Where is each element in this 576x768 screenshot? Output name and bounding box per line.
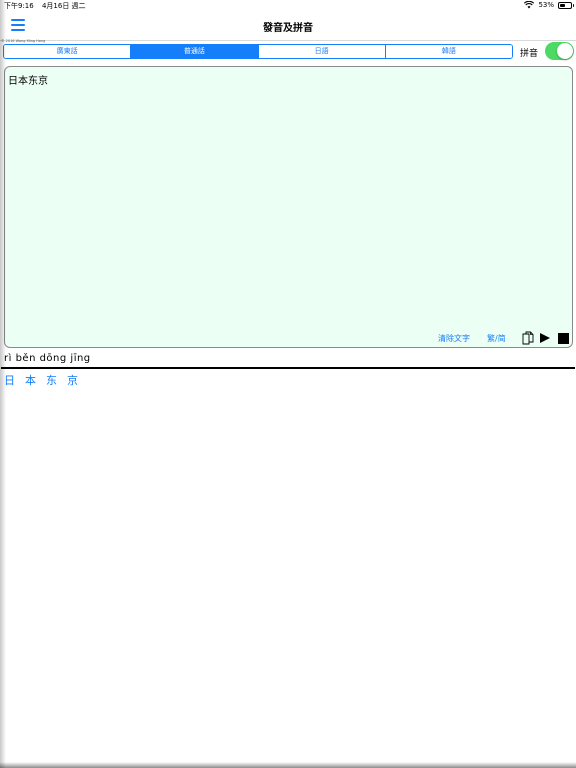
pinyin-output: rì běn dōng jīng: [4, 353, 91, 364]
character-link[interactable]: 本: [25, 372, 36, 388]
status-left: 下午9:16 4月16日 週二: [4, 1, 86, 11]
segment-korean[interactable]: 韓語: [384, 45, 512, 58]
character-link[interactable]: 日: [4, 372, 15, 388]
text-editor[interactable]: 日本东京 清除文字 繁/简: [4, 66, 573, 348]
status-time: 下午9:16: [4, 2, 34, 10]
divider: [1, 367, 575, 369]
editor-text[interactable]: 日本东京: [8, 72, 48, 87]
copy-icon[interactable]: [522, 331, 534, 345]
toggle-knob: [557, 43, 573, 59]
battery-nub: [572, 4, 574, 7]
pinyin-toggle-label: 拼音: [520, 49, 539, 59]
page-title: 發音及拼音: [263, 23, 313, 34]
character-row: 日本东京: [4, 372, 78, 388]
character-link[interactable]: 京: [67, 372, 78, 388]
play-icon[interactable]: [540, 333, 550, 343]
wifi-icon: [524, 1, 535, 9]
pinyin-toggle[interactable]: [545, 42, 574, 60]
battery-fill: [560, 3, 566, 7]
character-link[interactable]: 东: [46, 372, 57, 388]
copyright-text: © 2016 Wong Ming Hong: [1, 39, 46, 43]
battery-percent: 53%: [538, 1, 554, 9]
status-right: 53%: [524, 1, 574, 9]
traditional-simplified-button[interactable]: 繁/简: [487, 333, 506, 344]
battery-icon: [558, 1, 574, 9]
app-screen: 下午9:16 4月16日 週二 53% 發音及拼音 © 2016 Wong Mi…: [0, 0, 576, 768]
language-segmented-control: 廣東話 普通話 日語 韓語: [3, 44, 513, 59]
stop-icon[interactable]: [558, 333, 569, 344]
clear-text-button[interactable]: 清除文字: [438, 333, 470, 344]
nav-bar: 發音及拼音: [0, 12, 576, 41]
bottom-edge-shadow: [0, 762, 576, 768]
status-date: 4月16日 週二: [41, 2, 86, 10]
status-bar: 下午9:16 4月16日 週二 53%: [0, 0, 576, 12]
segment-japanese[interactable]: 日語: [257, 45, 385, 58]
segment-mandarin[interactable]: 普通話: [130, 45, 258, 58]
segment-cantonese[interactable]: 廣東話: [4, 45, 131, 58]
